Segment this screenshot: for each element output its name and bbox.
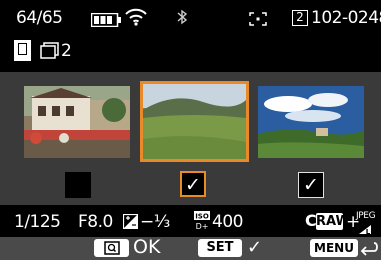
battery-icon [90, 12, 121, 31]
checkbox-image-1[interactable] [65, 172, 91, 198]
folder-file-number: 102-0248 [311, 8, 381, 28]
thumbnail-sky-landscape[interactable] [258, 86, 364, 158]
aperture-value: F8.0 [78, 212, 113, 232]
check-mark-3: ✓ [303, 174, 319, 196]
wifi-icon [125, 8, 147, 30]
magnify-icon [103, 241, 120, 255]
iso-icon: ISO D+ [194, 211, 210, 235]
svg-text:L: L [366, 228, 371, 235]
magnify-button[interactable] [94, 239, 129, 257]
card-slot-badge: 2 [292, 10, 308, 26]
card-slot-number: 2 [296, 10, 304, 24]
iso-value: 400 [212, 212, 243, 232]
set-check-icon: ✓ [247, 237, 263, 258]
thumbnail-building[interactable] [24, 86, 130, 158]
set-button[interactable]: SET [198, 239, 242, 257]
ok-label: OK [133, 236, 161, 258]
exposure-comp-icon [122, 213, 139, 233]
menu-label: MENU [314, 241, 354, 255]
svg-text:D+: D+ [196, 222, 209, 231]
copies-icon [40, 42, 60, 64]
image-quality-icon: C [305, 211, 317, 230]
af-frame-icon [249, 11, 267, 30]
menu-button[interactable]: MENU [310, 239, 358, 257]
set-label: SET [206, 240, 234, 255]
svg-text:ISO: ISO [195, 213, 209, 221]
smartphone-icon [14, 40, 31, 61]
checkbox-image-2[interactable]: ✓ [180, 171, 206, 197]
shutter-speed: 1/125 [14, 212, 61, 232]
shot-count: 64/65 [16, 8, 63, 28]
selection-frame [140, 81, 249, 162]
exposure-comp-value: −⅓ [140, 212, 170, 232]
raw-badge: RAW [316, 213, 350, 230]
checkbox-image-3[interactable]: ✓ [298, 172, 324, 198]
check-mark-2: ✓ [185, 174, 201, 196]
copies-count: 2 [61, 41, 72, 61]
back-arrow-icon [360, 240, 378, 260]
raw-label: RAW [316, 214, 350, 229]
bluetooth-icon [176, 9, 188, 29]
